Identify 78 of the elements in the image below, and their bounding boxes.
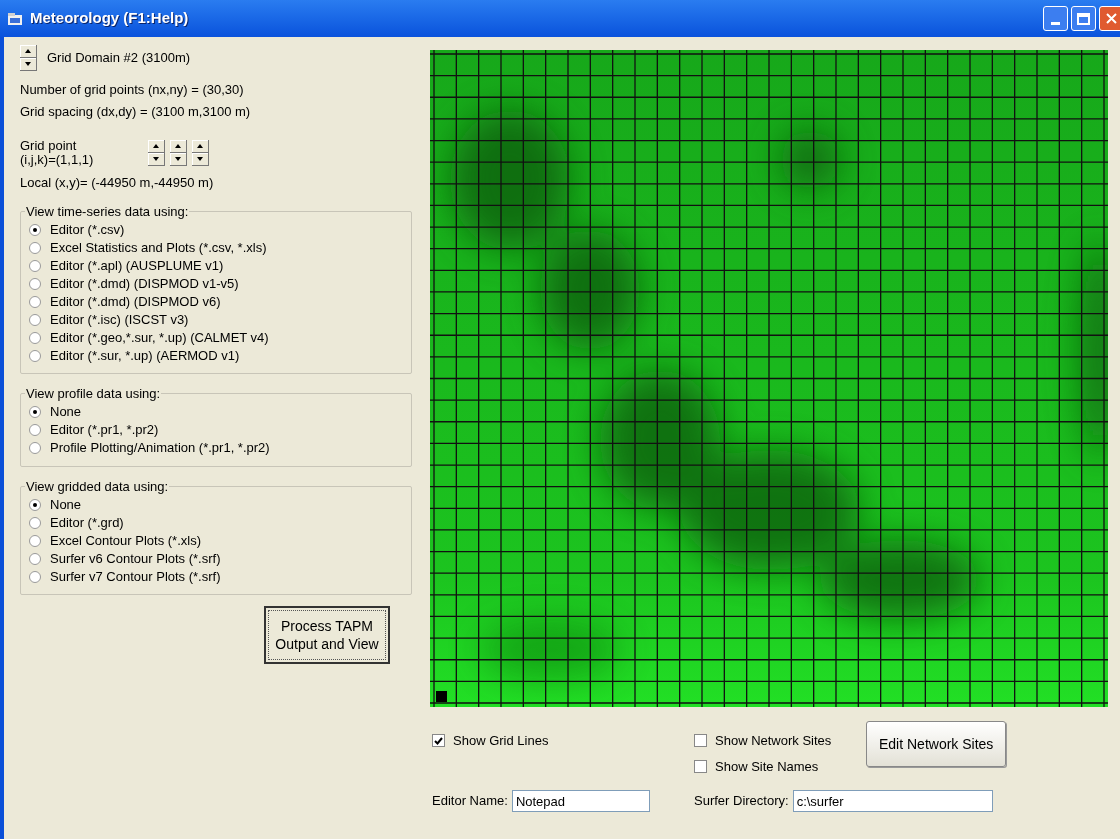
checkbox[interactable] [694,759,707,773]
up-arrow-icon [196,143,204,149]
radio-label: None [50,495,82,514]
radio-button[interactable] [29,259,41,272]
down-arrow-icon [196,156,204,162]
radio-label: Editor (*.isc) (ISCST v3) [50,310,189,329]
group-title: View time-series data using: [25,202,190,221]
radio-label: Editor (*.sur, *.up) (AERMOD v1) [50,346,240,365]
process-output-button[interactable]: Process TAPM Output and View [264,606,390,664]
radio-button[interactable] [29,313,41,326]
field-label: Surfer Directory: [694,792,789,811]
grid-domain-label: Grid Domain #2 (3100m) [47,49,191,68]
spin-up-button[interactable] [170,140,187,153]
radio-label: Surfer v7 Contour Plots (*.srf) [50,567,221,586]
info-text: Number of grid points (nx,ny) = (30,30) [20,81,245,99]
grid-point-label: (i,j,k)=(1,1,1) [20,153,95,167]
radio-button[interactable] [29,552,41,565]
radio-button[interactable] [29,534,41,547]
radio-button[interactable] [29,295,41,308]
radio-button[interactable] [29,442,41,454]
radio-label: Editor (*.pr1, *.pr2) [50,421,159,440]
grid-point-label: Grid point [20,139,78,153]
radio-label: Editor (*.csv) [50,220,125,239]
spin-down-button[interactable] [170,153,187,166]
radio-button[interactable] [29,277,41,290]
radio-label: Editor (*.dmd) (DISPMOD v1-v5) [50,274,239,293]
down-arrow-icon [152,156,160,162]
up-arrow-icon [152,143,160,149]
surfer-directory-field[interactable]: c:\surfer [792,790,993,812]
radio-label: Excel Contour Plots (*.xls) [50,531,201,550]
down-arrow-icon [24,61,32,67]
spin-up-button[interactable] [148,140,165,153]
spin-down-button[interactable] [148,153,165,166]
radio-button[interactable] [29,406,41,418]
spin-down-button[interactable] [192,153,209,166]
up-arrow-icon [174,143,182,149]
window-title: Meteorology (F1:Help) [30,8,189,29]
radio-label: Editor (*.dmd) (DISPMOD v6) [50,292,221,311]
radio-label: Editor (*.grd) [50,513,124,532]
group-title: View profile data using: [25,385,162,403]
close-icon [1106,13,1117,24]
minimize-icon [1051,22,1060,25]
local-coordinates: Local (x,y)= (-44950 m,-44950 m) [20,174,215,192]
radio-label: Excel Statistics and Plots (*.csv, *.xls) [50,238,267,257]
radio-button[interactable] [29,498,41,511]
checkbox[interactable] [694,734,707,748]
checkbox[interactable] [432,734,445,748]
close-button[interactable] [1099,6,1120,31]
spin-up-button[interactable] [20,45,37,58]
radio-label: None [50,403,82,422]
minimize-button[interactable] [1043,6,1068,31]
maximize-button[interactable] [1071,6,1096,31]
radio-label: Editor (*.geo,*.sur, *.up) (CALMET v4) [50,328,269,347]
spin-up-button[interactable] [192,140,209,153]
grid-point-marker [436,691,447,702]
window-icon [8,12,22,25]
checkbox-label: Show Network Sites [715,732,832,750]
group-title: View gridded data using: [25,477,170,496]
checkbox-label: Show Grid Lines [453,732,549,750]
down-arrow-icon [174,156,182,162]
radio-button[interactable] [29,223,41,236]
radio-label: Surfer v6 Contour Plots (*.srf) [50,549,221,568]
edit-network-sites-button[interactable]: Edit Network Sites [866,721,1007,767]
radio-label: Editor (*.apl) (AUSPLUME v1) [50,256,224,275]
field-label: Editor Name: [432,792,508,811]
radio-label: Profile Plotting/Animation (*.pr1, *.pr2) [50,439,270,458]
radio-button[interactable] [29,516,41,529]
info-text: Grid spacing (dx,dy) = (3100 m,3100 m) [20,102,252,121]
radio-button[interactable] [29,424,41,436]
editor-name-field[interactable]: Notepad [511,790,650,812]
up-arrow-icon [24,48,32,54]
radio-button[interactable] [29,331,41,344]
radio-button[interactable] [29,349,41,362]
radio-button[interactable] [29,570,41,583]
spin-down-button[interactable] [20,58,37,71]
maximize-icon [1077,12,1090,25]
radio-button[interactable] [29,241,41,254]
checkbox-label: Show Site Names [715,757,819,776]
